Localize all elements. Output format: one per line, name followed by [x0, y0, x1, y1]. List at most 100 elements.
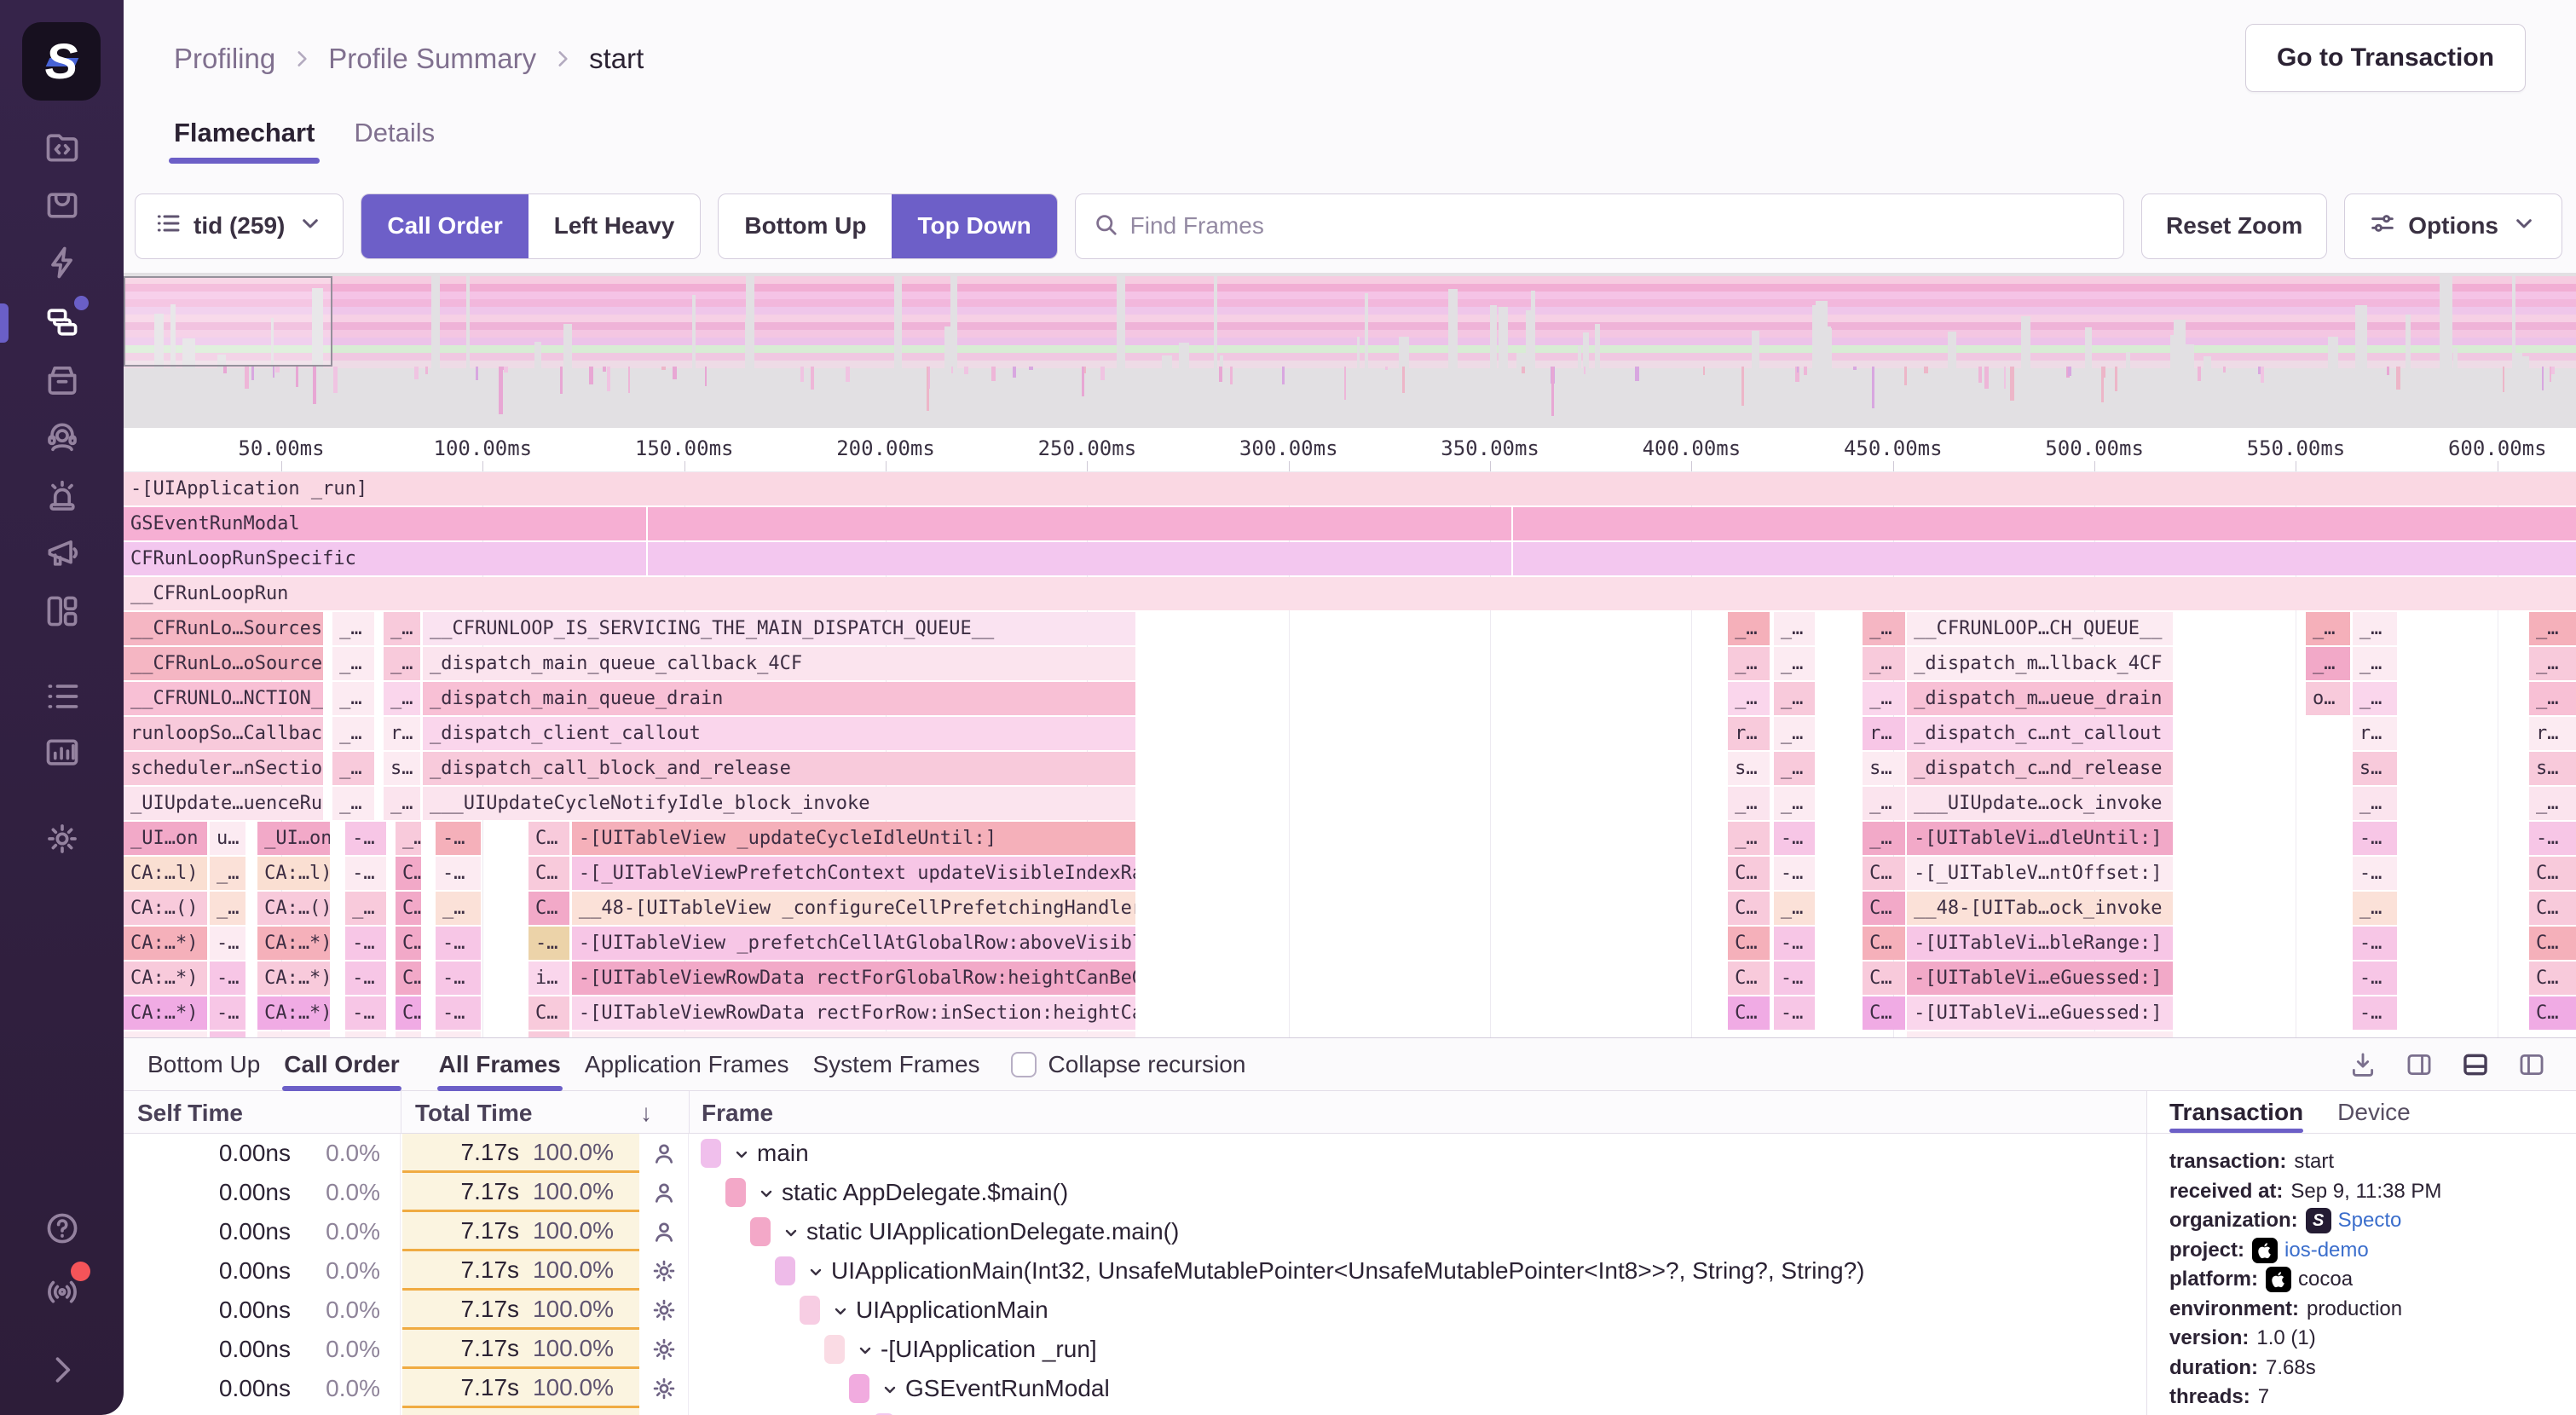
flame-frame[interactable]: o…	[2306, 682, 2350, 715]
flame-frame[interactable]: _…	[332, 647, 374, 680]
flame-frame[interactable]: C…	[1728, 857, 1770, 890]
flame-frame[interactable]: -…	[436, 857, 481, 890]
flamegraph-minimap[interactable]	[124, 273, 2576, 428]
flame-frame[interactable]: _…	[1728, 647, 1770, 680]
flame-frame[interactable]: C…	[528, 822, 569, 855]
flame-frame[interactable]: -[UITableViewRowData rectForGlobalRow:he…	[572, 962, 1135, 995]
flame-frame[interactable]: C…	[2529, 857, 2576, 890]
flame-frame[interactable]: r…	[2529, 717, 2576, 750]
flame-frame[interactable]: _…	[1863, 787, 1905, 820]
flame-frame[interactable]: C…	[1728, 927, 1770, 960]
flame-frame[interactable]: runloopSo…Callback	[124, 717, 323, 750]
flame-frame[interactable]: CA:…*)	[257, 996, 330, 1030]
flame-frame[interactable]: _…	[1774, 682, 1815, 715]
flame-frame[interactable]: _…	[2353, 892, 2397, 925]
options-button[interactable]: Options	[2344, 193, 2562, 259]
chevron-down-icon[interactable]	[731, 1143, 752, 1164]
export-download-icon[interactable]	[2344, 1046, 2382, 1083]
flame-frame[interactable]: C…	[2529, 892, 2576, 925]
flame-frame[interactable]: i…	[528, 962, 569, 995]
sidebar-item-dashboards[interactable]	[43, 592, 82, 631]
flame-frame[interactable]: -…	[345, 927, 386, 960]
flame-frame[interactable]: s…	[1863, 752, 1905, 785]
flame-frame[interactable]: _…	[384, 647, 420, 680]
flame-frame[interactable]: __48-[UITableView _configureCellPrefetch…	[572, 892, 1135, 925]
flame-frame[interactable]: -…	[436, 927, 481, 960]
flame-frame[interactable]: _…	[332, 682, 374, 715]
reset-zoom-button[interactable]: Reset Zoom	[2141, 193, 2327, 259]
flame-frame[interactable]: C…	[2529, 996, 2576, 1030]
sort-descending-icon[interactable]: ↓	[640, 1100, 652, 1127]
flame-frame[interactable]: _…	[1863, 647, 1905, 680]
flame-frame[interactable]: CA:…l)	[124, 857, 207, 890]
flame-frame[interactable]: C…	[396, 996, 421, 1030]
flame-frame[interactable]: __CFRUNLOOP_IS_SERVICING_THE_MAIN_DISPAT…	[423, 612, 1135, 645]
flame-frame[interactable]: CA:…*)	[124, 927, 207, 960]
flame-frame[interactable]: _…	[2306, 612, 2350, 645]
flame-frame[interactable]: GSEventRunModal	[124, 507, 646, 540]
flame-frame[interactable]: -[_UITableViewPrefetchContext updateVisi…	[572, 857, 1135, 890]
go-to-transaction-button[interactable]: Go to Transaction	[2245, 24, 2526, 92]
flame-frame[interactable]: __CFRunLo…Sources0	[124, 612, 323, 645]
flame-frame[interactable]: __CFRunLo…oSource0	[124, 647, 323, 680]
flame-frame[interactable]: -…	[436, 822, 481, 855]
flame-frame[interactable]	[648, 542, 1511, 575]
flame-frame[interactable]: ___UIUpdateCycleNotifyIdle_block_invoke	[423, 787, 1135, 820]
flame-frame[interactable]: C…	[1728, 996, 1770, 1030]
flame-frame[interactable]: _UIUpdate…uenceRun	[124, 787, 323, 820]
column-frame[interactable]: Frame	[702, 1100, 773, 1127]
flame-frame[interactable]: _…	[332, 752, 374, 785]
flame-frame[interactable]: -[UITableVi…eGuessed:]	[1907, 962, 2173, 995]
chevron-down-icon[interactable]	[830, 1300, 851, 1320]
flame-frame[interactable]: CA:…l)	[257, 857, 330, 890]
layout-split-left-icon[interactable]	[2513, 1046, 2550, 1083]
flame-frame[interactable]: u…	[210, 822, 245, 855]
flame-frame[interactable]: CFRunLoopRunSpecific	[124, 542, 646, 575]
flame-frame[interactable]: _dispatch_call_block_and_release	[423, 752, 1135, 785]
sidebar-help-button[interactable]	[43, 1209, 82, 1248]
flame-frame[interactable]: _…	[1774, 892, 1815, 925]
chevron-down-icon[interactable]	[806, 1261, 826, 1281]
flame-frame[interactable]: _dispatch_m…llback_4CF	[1907, 647, 2173, 680]
sidebar-item-activity[interactable]	[43, 677, 82, 716]
sentry-logo[interactable]: S	[22, 22, 101, 101]
flame-frame[interactable]: _…	[1728, 682, 1770, 715]
flame-frame[interactable]: -[_UITableV…ntOffset:]	[1907, 857, 2173, 890]
flame-frame[interactable]: CA:…*)	[124, 962, 207, 995]
flame-frame[interactable]: _dispatch_client_callout	[423, 717, 1135, 750]
flame-frame[interactable]: -…	[345, 996, 386, 1030]
flame-frame[interactable]: C…	[528, 996, 569, 1030]
breadcrumb-profile-summary[interactable]: Profile Summary	[328, 43, 536, 75]
flame-frame[interactable]: s…	[1728, 752, 1770, 785]
thread-selector-dropdown[interactable]: tid (259)	[135, 193, 344, 259]
sidebar-collapse-button[interactable]	[43, 1350, 82, 1389]
table-row[interactable]: 0.00ns0.0%7.17s100.0%static UIApplicatio…	[124, 1212, 2146, 1251]
flame-frame[interactable]: CA:…()	[124, 892, 207, 925]
flame-frame[interactable]: C…	[1863, 962, 1905, 995]
flame-frame[interactable]: C…	[1863, 892, 1905, 925]
top-down-button[interactable]: Top Down	[892, 194, 1056, 258]
flame-frame[interactable]: C…	[396, 892, 421, 925]
flame-frame[interactable]	[1513, 542, 2576, 575]
link-ios-demo[interactable]: ios-demo	[2284, 1236, 2369, 1266]
flame-frame[interactable]: C…	[1728, 892, 1770, 925]
flame-frame[interactable]: _…	[1863, 822, 1905, 855]
flame-frame[interactable]: s…	[384, 752, 420, 785]
flame-frame[interactable]: _…	[2353, 682, 2397, 715]
flame-frame[interactable]: -[UITableView _prefetchCellAtGlobalRow:a…	[572, 927, 1135, 960]
search-input[interactable]	[1130, 212, 2106, 240]
collapse-recursion-checkbox[interactable]	[1011, 1052, 1037, 1077]
flame-frame[interactable]: _dispatch_main_queue_drain	[423, 682, 1135, 715]
flame-frame[interactable]: _…	[332, 612, 374, 645]
sidebar-whats-new-button[interactable]	[43, 1272, 82, 1311]
tab-transaction[interactable]: Transaction	[2169, 1091, 2303, 1133]
flame-frame[interactable]: C…	[528, 892, 569, 925]
flame-frame[interactable]: -[UITableVi…dleUntil:]	[1907, 822, 2173, 855]
flame-frame[interactable]: C…	[1863, 996, 1905, 1030]
flame-frame[interactable]: _…	[1863, 612, 1905, 645]
flame-frame[interactable]: -…	[1774, 857, 1815, 890]
flame-frame[interactable]: _…	[2353, 787, 2397, 820]
layout-split-right-icon[interactable]	[2400, 1046, 2438, 1083]
filter-all-frames[interactable]: All Frames	[427, 1038, 573, 1091]
sidebar-item-stats[interactable]	[43, 734, 82, 773]
